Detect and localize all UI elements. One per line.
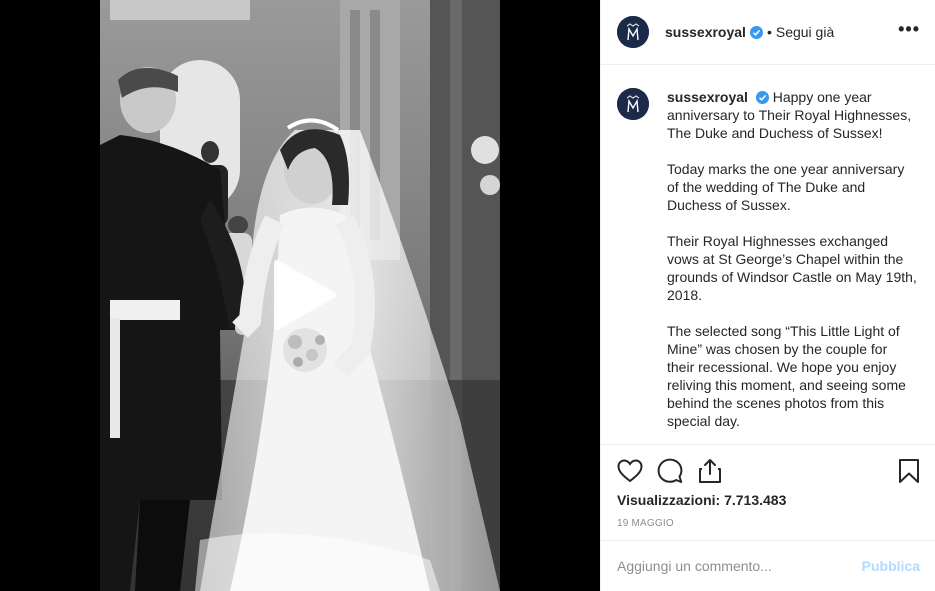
verified-badge-icon [749, 25, 763, 39]
caption-paragraph: Today marks the one year anniversary of … [667, 161, 905, 213]
comment-icon[interactable] [657, 458, 683, 484]
caption-avatar[interactable] [617, 88, 649, 120]
caption-paragraph: Their Royal Highnesses exchanged vows at… [667, 233, 917, 303]
verified-badge-icon [755, 91, 769, 104]
share-icon[interactable] [697, 458, 723, 484]
caption-paragraph: The selected song “This Little Light of … [667, 323, 906, 429]
follow-status-button[interactable]: Segui già [776, 24, 834, 40]
views-count[interactable]: Visualizzazioni: 7.713.483 [617, 492, 786, 508]
caption-username[interactable]: sussexroyal [667, 89, 748, 105]
caption-section: sussexroyal Happy one year anniversary t… [601, 66, 935, 444]
action-icons-row [601, 445, 935, 497]
comment-input[interactable] [617, 558, 857, 574]
heart-icon[interactable] [617, 458, 643, 484]
add-comment-section: Pubblica [601, 540, 935, 591]
avatar[interactable] [617, 16, 649, 48]
post-actions: Visualizzazioni: 7.713.483 19 MAGGIO [601, 444, 935, 529]
header-separator: • [766, 24, 772, 40]
post-media[interactable] [0, 0, 600, 591]
post-header: sussexroyal • Segui già ••• [601, 0, 935, 65]
more-options-icon[interactable]: ••• [898, 20, 920, 38]
post-caption: sussexroyal Happy one year anniversary t… [667, 88, 917, 444]
post-date[interactable]: 19 MAGGIO [617, 518, 674, 529]
publish-button[interactable]: Pubblica [862, 558, 920, 574]
caption-first-paragraph: sussexroyal Happy one year anniversary t… [667, 88, 917, 142]
post-sidebar: sussexroyal • Segui già ••• sussexroyal [600, 0, 935, 591]
bookmark-icon[interactable] [898, 458, 920, 484]
header-username[interactable]: sussexroyal [665, 24, 746, 40]
play-icon[interactable] [271, 259, 337, 331]
